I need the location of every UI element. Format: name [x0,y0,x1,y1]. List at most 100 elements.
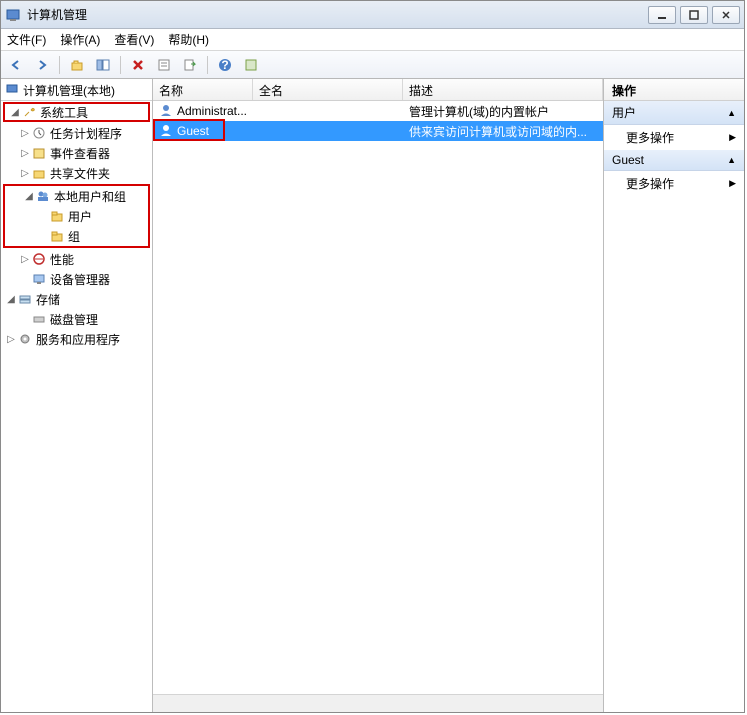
expand-icon[interactable]: ▷ [5,334,17,345]
tree-groups[interactable]: 组 [5,226,148,246]
menu-help[interactable]: 帮助(H) [168,31,209,48]
tree-label: 本地用户和组 [54,188,126,205]
delete-button[interactable] [127,54,149,76]
col-fullname[interactable]: 全名 [253,79,403,100]
list-row[interactable]: Administrat... 管理计算机(域)的内置帐户 [153,101,603,121]
tree-label: 任务计划程序 [50,125,122,142]
computer-icon [5,82,19,99]
share-icon [31,165,47,181]
refresh-button[interactable] [240,54,262,76]
toolbar-separator [207,56,208,74]
storage-icon [17,291,33,307]
tree-event-viewer[interactable]: ▷ 事件查看器 [1,143,152,163]
folder-icon [49,228,65,244]
window-frame: 计算机管理 文件(F) 操作(A) 查看(V) 帮助(H) ? 计算机管理(本地… [0,0,745,713]
tree-label: 服务和应用程序 [36,331,120,348]
tree-label: 组 [68,228,80,245]
properties-button[interactable] [153,54,175,76]
tree-task-scheduler[interactable]: ▷ 任务计划程序 [1,123,152,143]
cell-name: Administrat... [177,104,247,118]
user-icon [159,103,173,120]
back-button[interactable] [5,54,27,76]
expand-icon[interactable]: ▷ [19,254,31,265]
tree-label: 共享文件夹 [50,165,110,182]
collapse-icon[interactable]: ◢ [5,294,17,305]
toolbar-separator [120,56,121,74]
tree-local-users-groups[interactable]: ◢ 本地用户和组 [5,186,148,206]
tree-storage[interactable]: ◢ 存储 [1,289,152,309]
collapse-icon[interactable]: ◢ [9,107,21,118]
collapse-icon[interactable]: ◢ [23,191,35,202]
body-area: 计算机管理(本地) ◢ 系统工具 ▷ 任务计划程序 ▷ 事件查看器 ▷ 共享文件夹 [1,79,744,712]
tree-device-manager[interactable]: 设备管理器 [1,269,152,289]
cell-description: 供来宾访问计算机或访问域的内... [403,123,603,140]
col-description[interactable]: 描述 [403,79,603,100]
perf-icon [31,251,47,267]
tree-shared-folders[interactable]: ▷ 共享文件夹 [1,163,152,183]
list-pane: 名称 全名 描述 Administrat... 管理计算机(域)的内置帐户 Gu… [153,79,604,712]
tree-label: 存储 [36,291,60,308]
tree-users[interactable]: 用户 [5,206,148,226]
collapse-icon: ▲ [727,155,736,165]
menu-file[interactable]: 文件(F) [7,31,46,48]
tree-pane: 计算机管理(本地) ◢ 系统工具 ▷ 任务计划程序 ▷ 事件查看器 ▷ 共享文件夹 [1,79,153,712]
col-name[interactable]: 名称 [153,79,253,100]
tree-performance[interactable]: ▷ 性能 [1,249,152,269]
collapse-icon: ▲ [727,108,736,118]
titlebar: 计算机管理 [1,1,744,29]
actions-pane: 操作 用户 ▲ 更多操作 ▶ Guest ▲ 更多操作 ▶ [604,79,744,712]
toolbar-separator [59,56,60,74]
minimize-button[interactable] [648,6,676,24]
forward-button[interactable] [31,54,53,76]
actions-group-guest[interactable]: Guest ▲ [604,150,744,171]
help-button[interactable]: ? [214,54,236,76]
actions-group-label: Guest [612,153,644,167]
menu-view[interactable]: 查看(V) [114,31,154,48]
tree-label: 事件查看器 [50,145,110,162]
actions-more-2[interactable]: 更多操作 ▶ [604,171,744,196]
disk-icon [31,311,47,327]
folder-icon [49,208,65,224]
cell-name: Guest [177,124,209,138]
event-icon [31,145,47,161]
list-row-selected[interactable]: Guest 供来宾访问计算机或访问域的内... [153,121,603,141]
submenu-icon: ▶ [729,132,736,143]
user-icon [159,123,173,140]
tree-label: 系统工具 [40,104,88,121]
tree-disk-management[interactable]: 磁盘管理 [1,309,152,329]
svg-text:?: ? [221,58,228,72]
actions-header: 操作 [604,79,744,101]
tools-icon [21,104,37,120]
tree-label: 设备管理器 [50,271,110,288]
toolbar: ? [1,51,744,79]
submenu-icon: ▶ [729,178,736,189]
tree-root[interactable]: 计算机管理(本地) [1,81,152,101]
actions-more-1[interactable]: 更多操作 ▶ [604,125,744,150]
list-body: Administrat... 管理计算机(域)的内置帐户 Guest 供来宾访问… [153,101,603,694]
tree-services-apps[interactable]: ▷ 服务和应用程序 [1,329,152,349]
menu-action[interactable]: 操作(A) [60,31,100,48]
export-button[interactable] [179,54,201,76]
tree-system-tools[interactable]: ◢ 系统工具 [3,102,150,122]
list-header: 名称 全名 描述 [153,79,603,101]
tree-label: 用户 [68,208,92,225]
show-hide-button[interactable] [92,54,114,76]
maximize-button[interactable] [680,6,708,24]
expand-icon[interactable]: ▷ [19,168,31,179]
app-icon [5,7,21,23]
tree-root-label: 计算机管理(本地) [23,82,115,99]
horizontal-scrollbar[interactable] [153,694,603,712]
expand-icon[interactable]: ▷ [19,148,31,159]
tree-label: 性能 [50,251,74,268]
actions-group-label: 用户 [612,104,636,121]
tree-label: 磁盘管理 [50,311,98,328]
cell-description: 管理计算机(域)的内置帐户 [403,103,603,120]
up-button[interactable] [66,54,88,76]
clock-icon [31,125,47,141]
services-icon [17,331,33,347]
actions-group-users[interactable]: 用户 ▲ [604,101,744,125]
close-button[interactable] [712,6,740,24]
expand-icon[interactable]: ▷ [19,128,31,139]
users-icon [35,188,51,204]
menubar: 文件(F) 操作(A) 查看(V) 帮助(H) [1,29,744,51]
